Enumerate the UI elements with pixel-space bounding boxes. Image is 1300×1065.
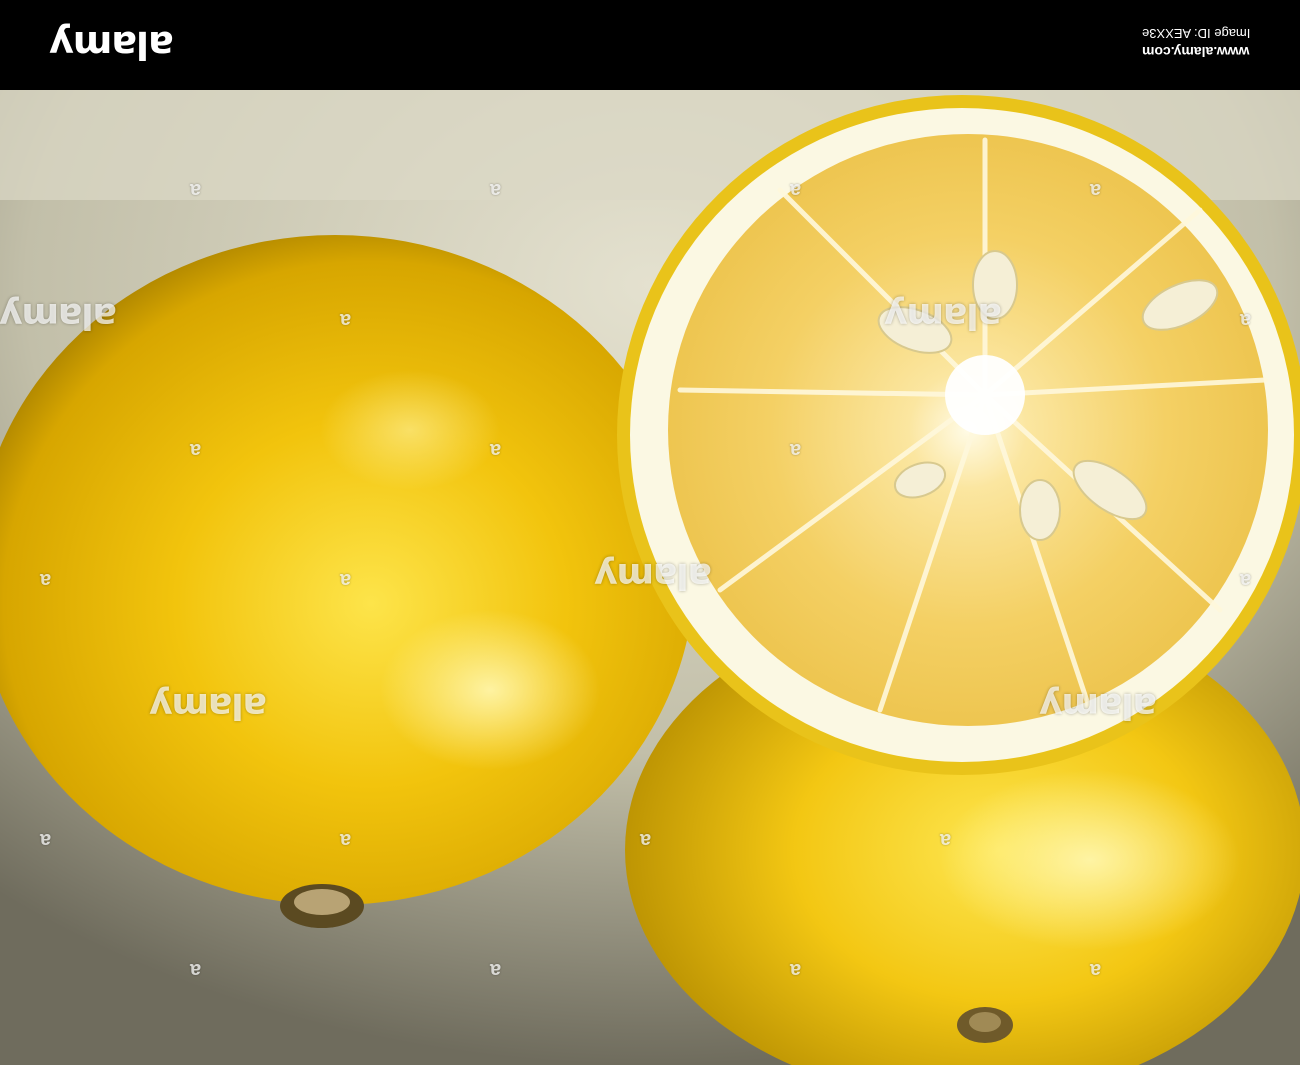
site-url: www.alamy.com [1141, 44, 1249, 60]
image-id: Image ID: AEXX3e [1141, 26, 1250, 41]
alamy-logo: alamy [50, 23, 174, 67]
lemon-illustration [0, 90, 1300, 1065]
watermark-banner: alamy www.alamy.com Image ID: AEXX3e [0, 0, 1300, 90]
image-info: www.alamy.com Image ID: AEXX3e [1142, 24, 1250, 62]
lemon-half [617, 95, 1300, 775]
lemon-photo: a a a a a a a a a a a a a a a a a a a a … [0, 90, 1300, 1065]
